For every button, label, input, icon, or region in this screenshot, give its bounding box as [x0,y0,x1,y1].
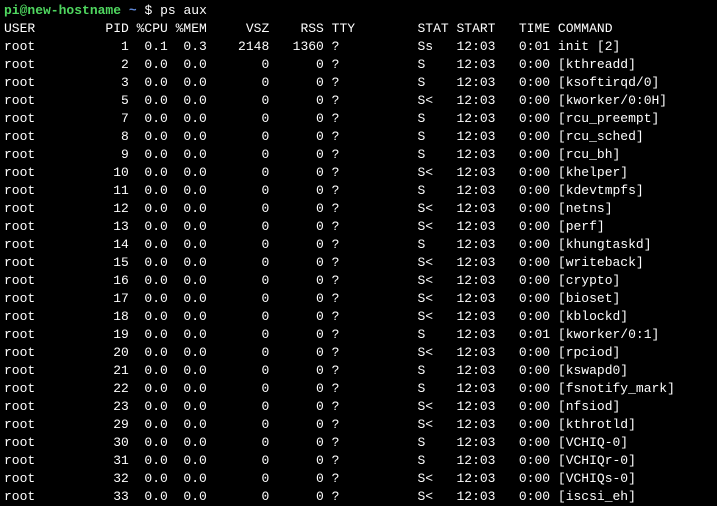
prompt-symbol: $ [144,3,152,18]
command-text[interactable]: ps aux [160,3,207,18]
process-row: root 22 0.0 0.0 0 0 ? S 12:03 0:00 [fsno… [4,380,713,398]
process-row: root 2 0.0 0.0 0 0 ? S 12:03 0:00 [kthre… [4,56,713,74]
process-row: root 9 0.0 0.0 0 0 ? S 12:03 0:00 [rcu_b… [4,146,713,164]
process-row: root 15 0.0 0.0 0 0 ? S< 12:03 0:00 [wri… [4,254,713,272]
process-row: root 32 0.0 0.0 0 0 ? S< 12:03 0:00 [VCH… [4,470,713,488]
process-row: root 19 0.0 0.0 0 0 ? S 12:03 0:01 [kwor… [4,326,713,344]
process-row: root 12 0.0 0.0 0 0 ? S< 12:03 0:00 [net… [4,200,713,218]
process-row: root 17 0.0 0.0 0 0 ? S< 12:03 0:00 [bio… [4,290,713,308]
process-row: root 29 0.0 0.0 0 0 ? S< 12:03 0:00 [kth… [4,416,713,434]
process-row: root 1 0.1 0.3 2148 1360 ? Ss 12:03 0:01… [4,38,713,56]
process-row: root 20 0.0 0.0 0 0 ? S< 12:03 0:00 [rpc… [4,344,713,362]
process-row: root 5 0.0 0.0 0 0 ? S< 12:03 0:00 [kwor… [4,92,713,110]
prompt-path-text: ~ [129,3,137,18]
process-row: root 30 0.0 0.0 0 0 ? S 12:03 0:00 [VCHI… [4,434,713,452]
process-row: root 7 0.0 0.0 0 0 ? S 12:03 0:00 [rcu_p… [4,110,713,128]
process-row: root 16 0.0 0.0 0 0 ? S< 12:03 0:00 [cry… [4,272,713,290]
process-row: root 8 0.0 0.0 0 0 ? S 12:03 0:00 [rcu_s… [4,128,713,146]
process-row: root 3 0.0 0.0 0 0 ? S 12:03 0:00 [ksoft… [4,74,713,92]
prompt-line: pi@new-hostname ~ $ ps aux [4,2,713,20]
process-row: root 11 0.0 0.0 0 0 ? S 12:03 0:00 [kdev… [4,182,713,200]
process-row: root 13 0.0 0.0 0 0 ? S< 12:03 0:00 [per… [4,218,713,236]
process-row: root 23 0.0 0.0 0 0 ? S< 12:03 0:00 [nfs… [4,398,713,416]
rows-container: root 1 0.1 0.3 2148 1360 ? Ss 12:03 0:01… [4,38,713,506]
prompt-user-host: pi@new-hostname [4,3,121,18]
header-row: USER PID %CPU %MEM VSZ RSS TTY STAT STAR… [4,20,713,38]
process-row: root 10 0.0 0.0 0 0 ? S< 12:03 0:00 [khe… [4,164,713,182]
process-row: root 31 0.0 0.0 0 0 ? S 12:03 0:00 [VCHI… [4,452,713,470]
process-row: root 21 0.0 0.0 0 0 ? S 12:03 0:00 [kswa… [4,362,713,380]
process-row: root 18 0.0 0.0 0 0 ? S< 12:03 0:00 [kbl… [4,308,713,326]
process-row: root 14 0.0 0.0 0 0 ? S 12:03 0:00 [khun… [4,236,713,254]
process-row: root 33 0.0 0.0 0 0 ? S< 12:03 0:00 [isc… [4,488,713,506]
